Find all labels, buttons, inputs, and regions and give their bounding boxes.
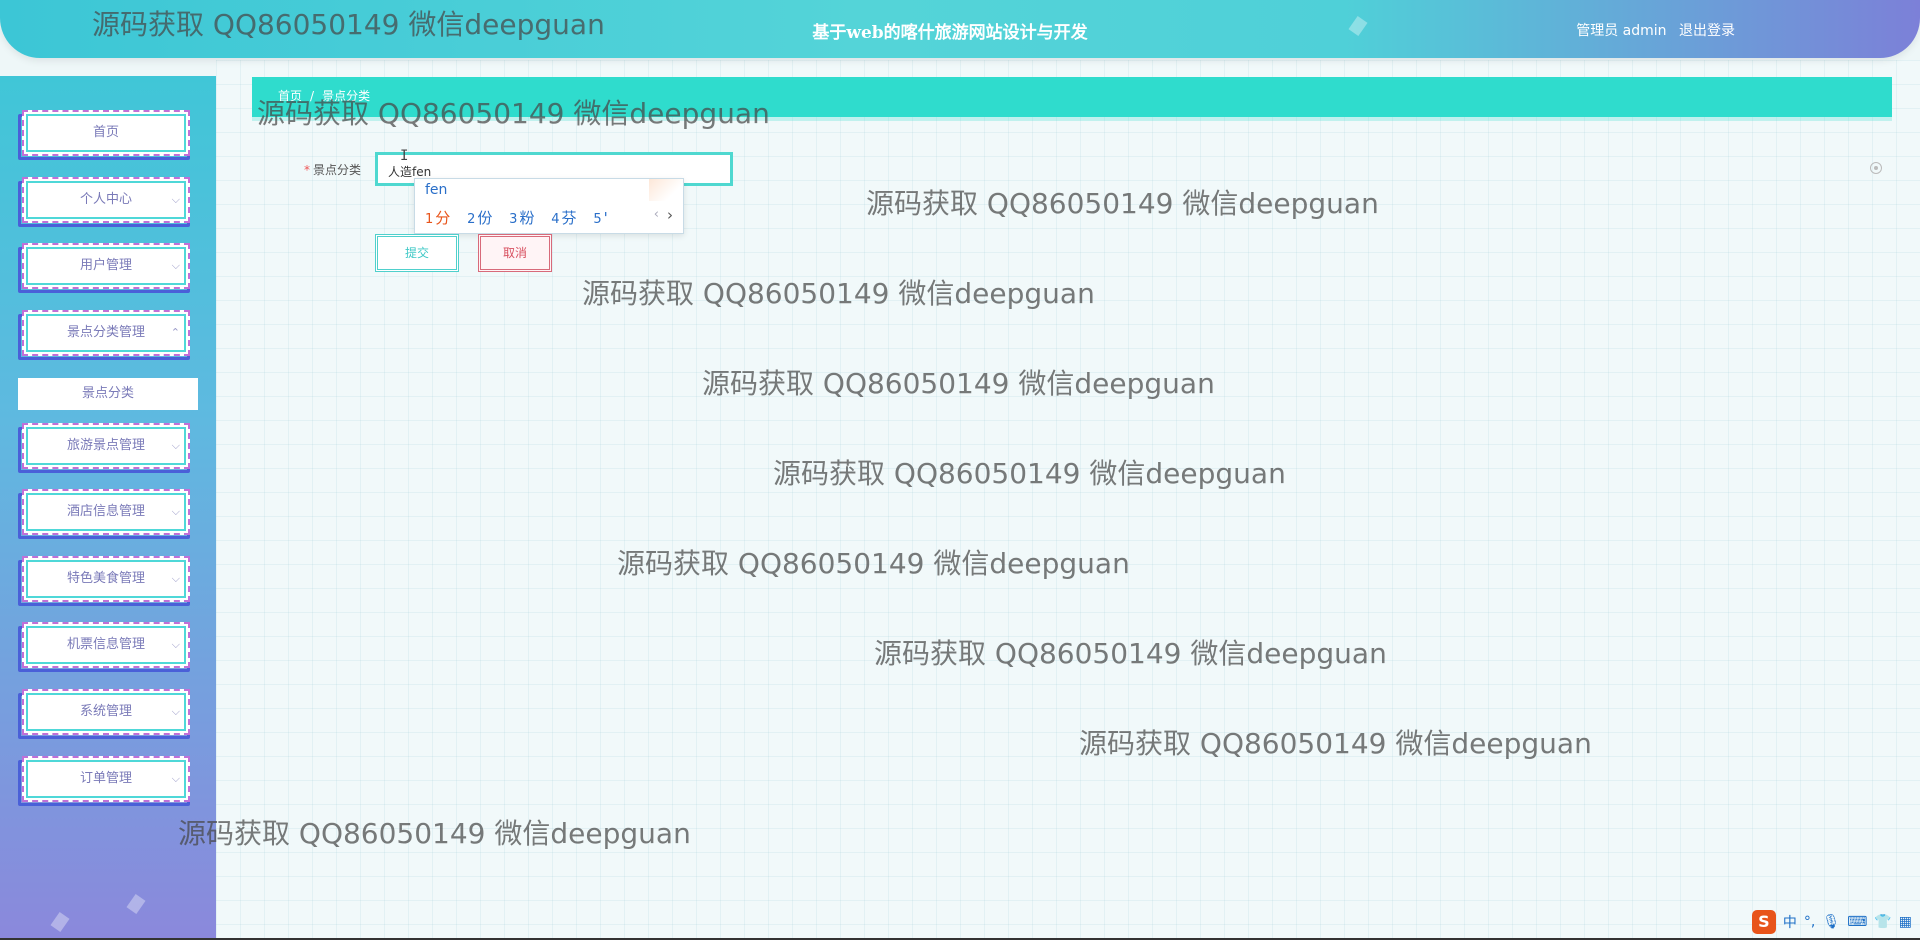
ime-next-page-icon[interactable]: › [667, 206, 673, 224]
ime-candidate-popup: fen 1分 2份 3粉 4芬 5 ' ‹ › [414, 178, 684, 234]
user-role-label: 管理员 admin [1576, 23, 1667, 39]
chevron-down-icon: ⌵ [171, 193, 180, 206]
sogou-ime-logo-icon[interactable]: S [1751, 910, 1776, 934]
ime-prev-page-icon[interactable]: ‹ [654, 207, 659, 222]
sidebar-item-label: 系统管理 [79, 704, 132, 719]
decorative-diamond-icon [50, 912, 70, 932]
watermark-text: 源码获取 QQ86050149 微信deepguan [92, 8, 605, 41]
text-cursor-icon: I [400, 148, 409, 164]
sidebar-item-label: 酒店信息管理 [66, 504, 145, 519]
sidebar-item-scenic-spot-management[interactable]: 旅游景点管理 ⌵ [18, 423, 194, 473]
ime-candidate-list: 1分 2份 3粉 4芬 5 ' [425, 207, 620, 228]
ime-mode-toggle[interactable]: 中 [1783, 912, 1797, 932]
sidebar-item-label: 机票信息管理 [66, 637, 145, 652]
ime-candidate[interactable]: 4芬 [551, 209, 576, 227]
user-area: 管理员 admin 退出登录 [1568, 20, 1735, 40]
chevron-down-icon: ⌵ [171, 705, 180, 718]
watermark-text: 源码获取 QQ86050149 微信deepguan [582, 277, 1095, 310]
sidebar-item-order-management[interactable]: 订单管理 ⌵ [18, 756, 194, 806]
watermark-text: 源码获取 QQ86050149 微信deepguan [1079, 727, 1592, 760]
sidebar-item-food-management[interactable]: 特色美食管理 ⌵ [18, 556, 194, 606]
decorative-diamond-icon [126, 894, 146, 914]
field-label-text: 景点分类 [313, 163, 362, 177]
sidebar-item-label: 景点分类管理 [66, 325, 145, 340]
ime-composition-text: fen [425, 182, 448, 198]
chevron-down-icon: ⌵ [171, 572, 180, 585]
ime-candidate[interactable]: 1分 [425, 209, 450, 227]
settings-dot-icon[interactable] [1870, 162, 1882, 174]
logout-link[interactable]: 退出登录 [1679, 23, 1735, 39]
sidebar-item-personal-center[interactable]: 个人中心 ⌵ [18, 177, 194, 227]
chevron-down-icon: ⌵ [171, 259, 180, 272]
sidebar-item-system-management[interactable]: 系统管理 ⌵ [18, 689, 194, 739]
microphone-icon[interactable]: 🎙 [1822, 914, 1840, 930]
ime-candidate[interactable]: 2份 [467, 209, 492, 227]
chevron-down-icon: ⌵ [171, 439, 180, 452]
watermark-text: 源码获取 QQ86050149 微信deepguan [702, 367, 1215, 400]
chevron-down-icon: ⌵ [171, 772, 180, 785]
keyboard-icon[interactable]: ⌨ [1847, 914, 1867, 930]
skin-shirt-icon[interactable]: 👕 [1874, 914, 1891, 930]
ime-candidate[interactable]: 5 ' [593, 209, 607, 227]
toolbox-grid-icon[interactable]: ▦ [1899, 914, 1912, 930]
watermark-text: 源码获取 QQ86050149 微信deepguan [866, 187, 1379, 220]
chevron-up-icon: ⌃ [170, 326, 180, 339]
sidebar-item-label: 特色美食管理 [66, 571, 145, 586]
sidebar-item-hotel-management[interactable]: 酒店信息管理 ⌵ [18, 489, 194, 539]
sidebar-item-label: 用户管理 [79, 258, 132, 273]
submit-button[interactable]: 提交 [375, 234, 459, 272]
watermark-text: 源码获取 QQ86050149 微信deepguan [874, 637, 1387, 670]
watermark-text: 源码获取 QQ86050149 微信deepguan [617, 547, 1130, 580]
ime-skin-decoration [649, 179, 683, 201]
watermark-text: 源码获取 QQ86050149 微信deepguan [178, 817, 691, 850]
ime-candidate[interactable]: 3粉 [509, 209, 534, 227]
sidebar-item-label: 订单管理 [79, 771, 132, 786]
watermark-text: 源码获取 QQ86050149 微信deepguan [773, 457, 1286, 490]
ime-toolbar: S 中 °, 🎙 ⌨ 👕 ▦ [1751, 910, 1912, 934]
chevron-down-icon: ⌵ [171, 638, 180, 651]
sidebar-subitem-scenic-category[interactable]: 景点分类 [18, 378, 198, 410]
sidebar-item-ticket-management[interactable]: 机票信息管理 ⌵ [18, 622, 194, 672]
chevron-down-icon: ⌵ [171, 505, 180, 518]
required-mark: * [304, 163, 310, 177]
sidebar-item-scenic-category-management[interactable]: 景点分类管理 ⌃ [18, 310, 194, 360]
cancel-button[interactable]: 取消 [478, 234, 552, 272]
sidebar-item-label: 个人中心 [79, 192, 132, 207]
watermark-text: 源码获取 QQ86050149 微信deepguan [257, 97, 770, 130]
sidebar-item-label: 旅游景点管理 [66, 438, 145, 453]
sidebar-item-home[interactable]: 首页 [18, 110, 194, 160]
sidebar-item-label: 首页 [92, 125, 119, 140]
field-label: * 景点分类 [304, 161, 361, 178]
ime-punctuation-toggle[interactable]: °, [1804, 914, 1815, 930]
sidebar-item-user-management[interactable]: 用户管理 ⌵ [18, 243, 194, 293]
